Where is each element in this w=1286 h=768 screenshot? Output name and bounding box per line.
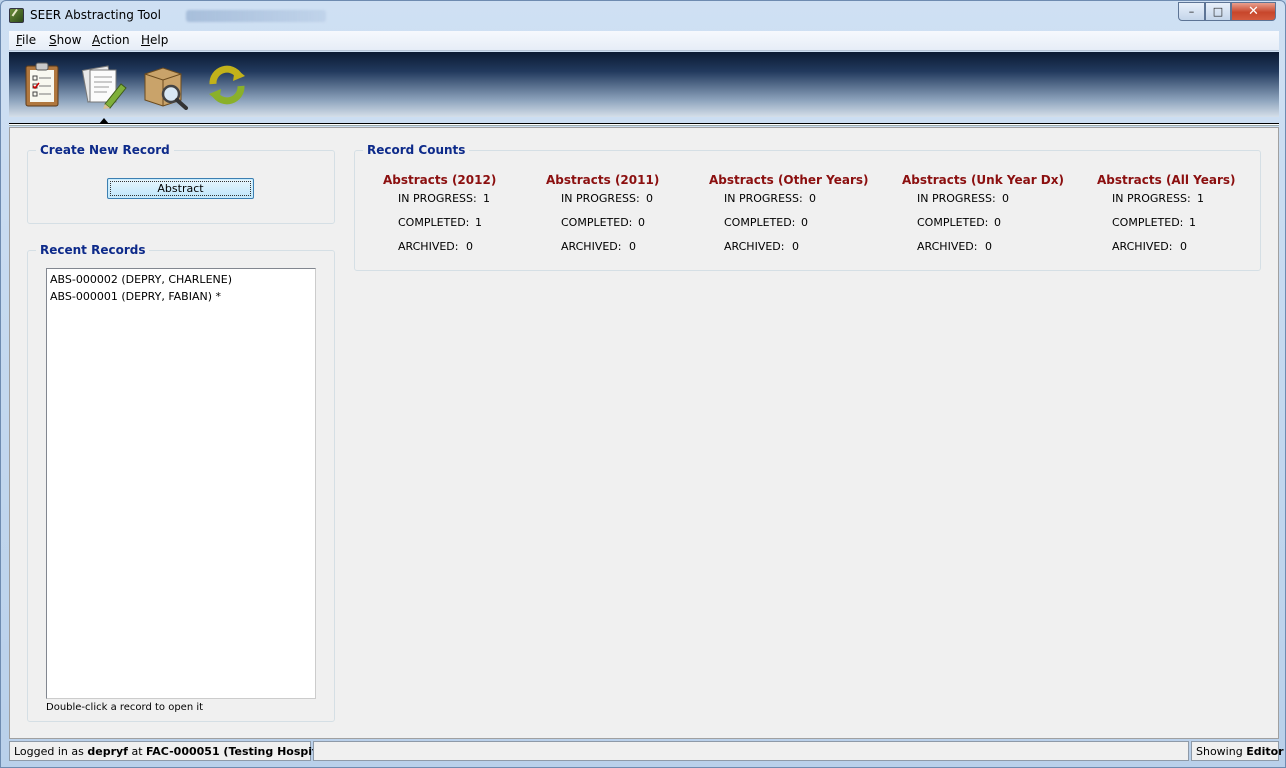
column-title: Abstracts (2012) xyxy=(383,173,497,187)
facility-name: FAC-000051 (Testing Hospital) xyxy=(146,745,334,758)
documents-pen-icon[interactable] xyxy=(79,60,127,110)
record-counts-title: Record Counts xyxy=(363,143,470,157)
abstract-button[interactable]: Abstract xyxy=(107,178,254,199)
menu-action[interactable]: Action xyxy=(92,33,130,47)
in-progress-row: IN PROGRESS: 0 xyxy=(561,192,653,205)
recent-records-hint: Double-click a record to open it xyxy=(46,702,204,713)
menu-help[interactable]: Help xyxy=(141,33,168,47)
clipboard-icon[interactable] xyxy=(19,60,67,110)
mode-status: Showing Editor xyxy=(1191,741,1284,761)
menu-bar: File Show Action Help xyxy=(9,31,1279,51)
recent-records-title: Recent Records xyxy=(36,243,150,257)
completed-row: COMPLETED: 1 xyxy=(398,216,482,229)
list-item[interactable]: ABS-000002 (DEPRY, CHARLENE) xyxy=(50,271,312,288)
app-logo-icon xyxy=(9,8,24,23)
count-column-all-years: Abstracts (All Years) IN PROGRESS: 1 COMP… xyxy=(1097,173,1236,253)
archived-row: ARCHIVED: 0 xyxy=(398,240,473,253)
mode-value: Editor xyxy=(1246,745,1284,758)
in-progress-row: IN PROGRESS: 1 xyxy=(1112,192,1204,205)
refresh-icon[interactable] xyxy=(203,60,251,110)
count-column-unk-year: Abstracts (Unk Year Dx) IN PROGRESS: 0 CO… xyxy=(902,173,1064,253)
app-window: SEER Abstracting Tool – □ ✕ File Show Ac… xyxy=(0,0,1286,768)
completed-row: COMPLETED: 0 xyxy=(561,216,645,229)
status-middle-panel xyxy=(313,741,1189,761)
login-status: Logged in as depryf at FAC-000051 (Testi… xyxy=(9,741,334,761)
column-title: Abstracts (2011) xyxy=(546,173,660,187)
count-column-2012: Abstracts (2012) IN PROGRESS: 1 COMPLETED… xyxy=(383,173,497,253)
archived-row: ARCHIVED: 0 xyxy=(1112,240,1187,253)
column-title: Abstracts (Other Years) xyxy=(709,173,869,187)
in-progress-row: IN PROGRESS: 1 xyxy=(398,192,490,205)
in-progress-row: IN PROGRESS: 0 xyxy=(917,192,1009,205)
completed-row: COMPLETED: 0 xyxy=(724,216,808,229)
title-bar[interactable]: SEER Abstracting Tool – □ ✕ xyxy=(1,1,1285,30)
window-title: SEER Abstracting Tool xyxy=(30,8,161,22)
create-new-record-group: Create New Record Abstract xyxy=(27,143,335,224)
blurred-title-text xyxy=(186,10,326,22)
search-box-icon[interactable] xyxy=(141,60,189,110)
toolbar-divider xyxy=(9,123,1279,126)
record-counts-group: Record Counts Abstracts (2012) IN PROGRE… xyxy=(354,143,1261,271)
main-content: Create New Record Abstract Recent Record… xyxy=(9,127,1279,739)
count-column-other-years: Abstracts (Other Years) IN PROGRESS: 0 CO… xyxy=(709,173,869,253)
list-item[interactable]: ABS-000001 (DEPRY, FABIAN) * xyxy=(50,288,312,305)
completed-row: COMPLETED: 0 xyxy=(917,216,1001,229)
status-bar: Logged in as depryf at FAC-000051 (Testi… xyxy=(9,741,1284,761)
minimize-button[interactable]: – xyxy=(1178,2,1205,21)
recent-records-list[interactable]: ABS-000002 (DEPRY, CHARLENE) ABS-000001 … xyxy=(46,268,316,699)
menu-show[interactable]: Show xyxy=(49,33,81,47)
recent-records-group: Recent Records ABS-000002 (DEPRY, CHARLE… xyxy=(27,243,335,722)
column-title: Abstracts (Unk Year Dx) xyxy=(902,173,1064,187)
create-new-record-title: Create New Record xyxy=(36,143,174,157)
username: depryf xyxy=(87,745,128,758)
close-button[interactable]: ✕ xyxy=(1231,2,1276,21)
toolbar xyxy=(9,52,1279,117)
count-column-2011: Abstracts (2011) IN PROGRESS: 0 COMPLETED… xyxy=(546,173,660,253)
archived-row: ARCHIVED: 0 xyxy=(917,240,992,253)
menu-file[interactable]: File xyxy=(16,33,36,47)
archived-row: ARCHIVED: 0 xyxy=(724,240,799,253)
maximize-button[interactable]: □ xyxy=(1205,2,1231,21)
in-progress-row: IN PROGRESS: 0 xyxy=(724,192,816,205)
completed-row: COMPLETED: 1 xyxy=(1112,216,1196,229)
column-title: Abstracts (All Years) xyxy=(1097,173,1236,187)
archived-row: ARCHIVED: 0 xyxy=(561,240,636,253)
